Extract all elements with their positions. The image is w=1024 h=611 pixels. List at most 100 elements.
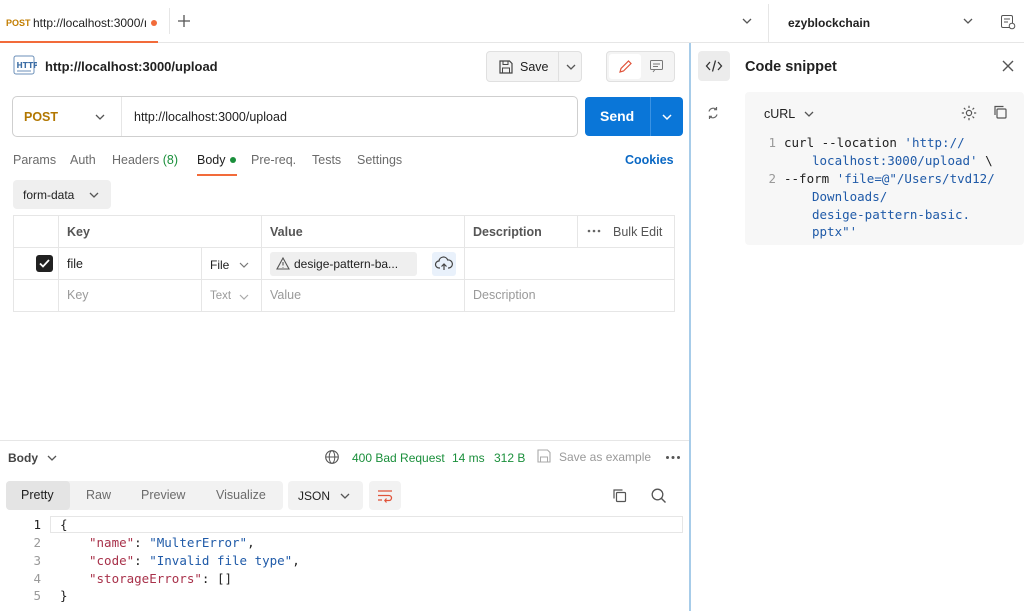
save-as-example-button[interactable]: Save as example — [559, 450, 651, 464]
close-icon[interactable] — [1001, 59, 1015, 73]
body-active-dot — [230, 157, 236, 163]
tab-headers[interactable]: Headers (8) — [112, 153, 178, 167]
bulk-edit-button[interactable]: Bulk Edit — [613, 225, 662, 239]
method-separator — [121, 97, 122, 136]
copy-icon[interactable] — [992, 104, 1008, 120]
save-button[interactable]: Save — [520, 60, 549, 74]
column-key: Key — [67, 225, 90, 239]
response-view-tabs: Pretty Raw Preview Visualize — [6, 481, 283, 510]
table-col-divider — [261, 216, 262, 311]
search-icon[interactable] — [650, 487, 667, 504]
save-icon — [498, 59, 514, 75]
json-key: "storageErrors" — [89, 571, 202, 586]
new-key-input[interactable]: Key — [67, 288, 89, 302]
tab-body[interactable]: Body — [197, 153, 226, 167]
request-title[interactable]: http://localhost:3000/upload — [45, 59, 218, 74]
line-number: 1 — [33, 517, 41, 532]
snippet-tail: \ — [977, 153, 993, 168]
snippet-cmd: --form — [784, 171, 837, 186]
workspace-name[interactable]: ezyblockchain — [788, 16, 870, 30]
method-dropdown-icon[interactable] — [94, 113, 106, 121]
response-body-editor[interactable]: 1 { 2 "name": "MulterError", 3 "code": "… — [0, 515, 689, 611]
new-type-dropdown-icon[interactable] — [238, 293, 250, 301]
send-button[interactable]: Send — [600, 108, 634, 124]
language-select[interactable]: cURL — [764, 107, 795, 121]
tab-params[interactable]: Params — [13, 153, 56, 167]
warning-icon — [276, 257, 290, 270]
column-description: Description — [473, 225, 542, 239]
snippet-line-number: 2 — [768, 171, 776, 186]
file-chip[interactable]: desige-pattern-ba... — [270, 252, 417, 276]
wrap-lines-icon — [376, 487, 394, 504]
json-colon: : — [134, 553, 150, 568]
row-type-select[interactable]: File — [210, 258, 229, 272]
upload-cloud-icon[interactable] — [432, 252, 456, 276]
json-colon: : — [134, 535, 150, 550]
view-toggle — [606, 51, 675, 82]
code-icon — [705, 58, 723, 74]
json-key: "name" — [89, 535, 135, 550]
snippet-title: Code snippet — [745, 59, 837, 75]
json-value: "Invalid file type" — [149, 553, 293, 568]
tab-visualize[interactable]: Visualize — [216, 488, 266, 502]
pane-resize-handle[interactable] — [689, 43, 691, 611]
body-mode-dropdown-icon — [88, 191, 100, 199]
cookies-link[interactable]: Cookies — [625, 153, 674, 167]
tabs-dropdown-icon[interactable] — [741, 17, 753, 25]
json-colon: : — [201, 571, 217, 586]
tab-tests[interactable]: Tests — [312, 153, 341, 167]
new-type-select[interactable]: Text — [210, 290, 231, 302]
code-line: "code": "Invalid file type", — [89, 553, 300, 568]
send-dropdown-icon[interactable] — [661, 113, 673, 121]
tab-preview[interactable]: Preview — [141, 488, 185, 502]
request-tab[interactable]: POST http://localhost:3000/ı — [0, 4, 158, 43]
response-size[interactable]: 312 B — [494, 451, 525, 465]
line-number: 5 — [33, 588, 41, 603]
json-tail: [] — [216, 571, 233, 586]
environment-dropdown-icon[interactable] — [962, 17, 974, 25]
line-number: 3 — [33, 553, 41, 568]
response-body-select[interactable]: Body — [8, 451, 38, 465]
tab-raw[interactable]: Raw — [86, 488, 111, 502]
code-line: "storageErrors": [] — [89, 571, 232, 586]
new-value-input[interactable]: Value — [270, 288, 301, 302]
response-status[interactable]: 400 Bad Request — [352, 451, 445, 465]
language-dropdown-icon[interactable] — [803, 110, 815, 118]
row-type-dropdown-icon[interactable] — [238, 261, 250, 269]
code-snippet-toggle[interactable] — [698, 51, 730, 81]
tab-method: POST — [6, 18, 31, 28]
tab-prereq[interactable]: Pre-req. — [251, 153, 296, 167]
form-data-table: Key Value Description Bulk Edit file Fil… — [13, 215, 675, 312]
edit-mode-button[interactable] — [609, 54, 641, 79]
table-col-divider — [58, 216, 59, 311]
sync-icon[interactable] — [705, 105, 721, 121]
table-row-divider — [14, 247, 674, 248]
format-label: JSON — [298, 489, 331, 503]
json-key: "code" — [89, 553, 135, 568]
save-example-icon — [536, 448, 552, 464]
environment-quicklook-icon[interactable] — [999, 13, 1017, 31]
response-more-icon[interactable] — [665, 455, 681, 460]
response-body-dropdown-icon[interactable] — [46, 454, 58, 462]
tab-pretty[interactable]: Pretty — [6, 481, 70, 510]
save-dropdown-icon[interactable] — [565, 63, 577, 71]
wrap-lines-button[interactable] — [369, 481, 401, 510]
copy-response-icon[interactable] — [611, 487, 628, 504]
comment-icon[interactable] — [649, 59, 664, 74]
new-tab-icon[interactable] — [176, 13, 192, 29]
save-split — [558, 52, 559, 81]
method-select[interactable]: POST — [24, 110, 58, 124]
row-enabled-checkbox[interactable] — [36, 255, 53, 272]
row-key[interactable]: file — [67, 257, 83, 271]
tab-auth[interactable]: Auth — [70, 153, 96, 167]
format-select[interactable]: JSON — [288, 481, 363, 510]
body-mode-select[interactable]: form-data — [13, 180, 111, 209]
new-description-input[interactable]: Description — [473, 288, 536, 302]
tab-settings[interactable]: Settings — [357, 153, 402, 167]
response-divider[interactable] — [0, 440, 689, 441]
more-options-icon[interactable] — [587, 229, 601, 233]
globe-icon[interactable] — [324, 449, 340, 465]
settings-gear-icon[interactable] — [960, 104, 978, 122]
url-input[interactable]: http://localhost:3000/upload — [134, 110, 287, 124]
response-time[interactable]: 14 ms — [452, 451, 485, 465]
